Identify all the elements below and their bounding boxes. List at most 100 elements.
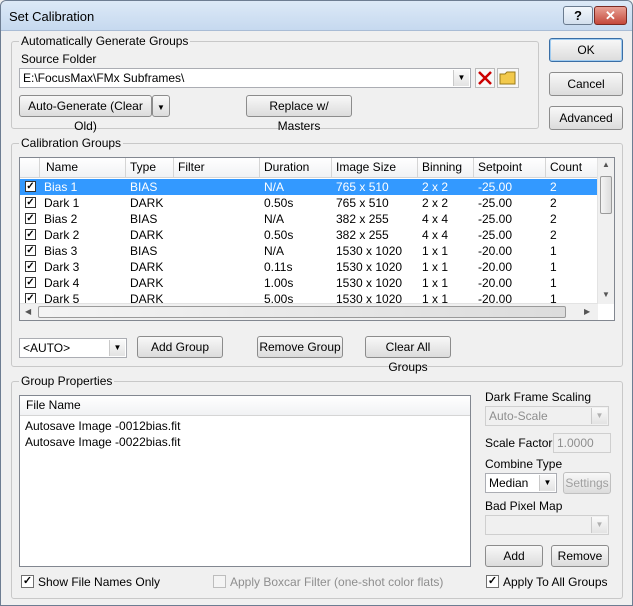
column-header-name[interactable]: Name xyxy=(40,158,126,178)
cell-setpoint: -20.00 xyxy=(478,244,513,258)
chevron-down-icon[interactable]: ▼ xyxy=(109,340,125,356)
delete-folder-button[interactable] xyxy=(475,68,495,88)
cell-name: Dark 3 xyxy=(44,260,80,274)
cell-size: 1530 x 1020 xyxy=(336,244,403,258)
scroll-up-icon[interactable]: ▲ xyxy=(602,160,610,169)
column-header-image-size[interactable]: Image Size xyxy=(332,158,418,178)
cell-duration: N/A xyxy=(264,244,285,258)
table-row[interactable]: ✓ Bias 2 BIAS N/A 382 x 255 4 x 4 -25.00 2 xyxy=(20,211,598,227)
auto-generate-group-title: Automatically Generate Groups xyxy=(19,34,191,48)
browse-folder-button[interactable] xyxy=(497,68,519,88)
column-header-count[interactable]: Count xyxy=(546,158,598,178)
dark-frame-scaling-dropdown[interactable]: Auto-Scale ▼ xyxy=(485,406,609,426)
vertical-scrollbar[interactable]: ▲ ▼ xyxy=(597,158,614,304)
table-row[interactable]: ✓ Bias 3 BIAS N/A 1530 x 1020 1 x 1 -20.00 1 xyxy=(20,243,598,259)
cell-count: 2 xyxy=(550,180,557,194)
set-calibration-dialog: Set Calibration ? ✕ Automatically Genera… xyxy=(0,0,633,606)
row-checkbox[interactable]: ✓ xyxy=(25,197,36,208)
cell-size: 382 x 255 xyxy=(336,228,389,242)
table-row[interactable]: ✓ Dark 2 DARK 0.50s 382 x 255 4 x 4 -25.00 2 xyxy=(20,227,598,243)
table-row[interactable]: ✓ Dark 3 DARK 0.11s 1530 x 1020 1 x 1 -20.00 1 xyxy=(20,259,598,275)
source-folder-input[interactable]: E:\FocusMax\FMx Subframes\ ▼ xyxy=(19,68,471,88)
column-header-setpoint[interactable]: Setpoint xyxy=(474,158,546,178)
scroll-left-icon[interactable]: ◀ xyxy=(25,307,31,316)
table-row[interactable]: ✓ Bias 1 BIAS N/A 765 x 510 2 x 2 -25.00 2 xyxy=(20,179,598,195)
replace-with-masters-button[interactable]: Replace w/ Masters xyxy=(246,95,352,133)
cell-duration: 0.11s xyxy=(264,260,293,274)
row-checkbox[interactable]: ✓ xyxy=(25,277,36,288)
scale-factor-value: 1.0000 xyxy=(557,436,594,450)
row-checkbox[interactable]: ✓ xyxy=(25,229,36,240)
row-checkbox[interactable]: ✓ xyxy=(25,245,36,256)
help-button[interactable]: ? xyxy=(563,6,593,25)
close-button[interactable]: ✕ xyxy=(594,6,627,25)
dark-frame-scaling-label: Dark Frame Scaling xyxy=(485,390,592,404)
window-title: Set Calibration xyxy=(9,9,95,24)
row-checkbox[interactable]: ✓ xyxy=(25,213,36,224)
advanced-button[interactable]: Advanced xyxy=(549,106,623,130)
show-file-names-checkbox[interactable]: ✓ xyxy=(21,575,34,588)
scroll-down-icon[interactable]: ▼ xyxy=(602,290,610,299)
list-item[interactable]: Autosave Image -0022bias.fit xyxy=(25,434,180,450)
cell-name: Dark 2 xyxy=(44,228,80,242)
table-row[interactable]: ✓ Dark 4 DARK 1.00s 1530 x 1020 1 x 1 -20.00 1 xyxy=(20,275,598,291)
column-header-duration[interactable]: Duration xyxy=(260,158,332,178)
cell-duration: N/A xyxy=(264,212,285,226)
cell-binning: 4 x 4 xyxy=(422,228,449,242)
cell-binning: 1 x 1 xyxy=(422,276,449,290)
combine-type-dropdown[interactable]: Median ▼ xyxy=(485,473,557,493)
group-properties-title: Group Properties xyxy=(19,374,115,388)
auto-select-dropdown[interactable]: <AUTO> ▼ xyxy=(19,338,127,358)
cancel-button[interactable]: Cancel xyxy=(549,72,623,96)
auto-generate-menu-button[interactable]: ▼ xyxy=(152,95,170,117)
horizontal-scrollbar[interactable]: ◀ ▶ xyxy=(20,303,598,320)
cell-name: Dark 4 xyxy=(44,276,80,290)
settings-button[interactable]: Settings xyxy=(563,472,611,494)
list-item[interactable]: Autosave Image -0012bias.fit xyxy=(25,418,180,434)
cell-type: BIAS xyxy=(130,180,158,194)
scale-factor-input[interactable]: 1.0000 xyxy=(553,433,611,453)
chevron-down-icon[interactable]: ▼ xyxy=(453,70,469,86)
cell-type: DARK xyxy=(130,228,164,242)
chevron-down-icon[interactable]: ▼ xyxy=(591,517,607,533)
chevron-down-icon[interactable]: ▼ xyxy=(591,408,607,424)
cell-duration: 0.50s xyxy=(264,228,294,242)
cell-count: 2 xyxy=(550,228,557,242)
column-header-type[interactable]: Type xyxy=(126,158,174,178)
clear-all-groups-button[interactable]: Clear All Groups xyxy=(365,336,451,374)
scroll-thumb[interactable] xyxy=(38,306,566,318)
cell-setpoint: -25.00 xyxy=(478,212,513,226)
cell-binning: 2 x 2 xyxy=(422,196,449,210)
apply-to-all-groups-checkbox[interactable]: ✓ xyxy=(486,575,499,588)
bad-pixel-map-dropdown[interactable]: ▼ xyxy=(485,515,609,535)
ok-button[interactable]: OK xyxy=(549,38,623,62)
cell-setpoint: -20.00 xyxy=(478,260,513,274)
add-group-button[interactable]: Add Group xyxy=(137,336,223,358)
cell-setpoint: -20.00 xyxy=(478,276,513,290)
remove-group-button[interactable]: Remove Group xyxy=(257,336,343,358)
add-file-button[interactable]: Add xyxy=(485,545,543,567)
table-row[interactable]: ✓ Dark 1 DARK 0.50s 765 x 510 2 x 2 -25.00 2 xyxy=(20,195,598,211)
source-folder-value: E:\FocusMax\FMx Subframes\ xyxy=(23,71,185,85)
scroll-right-icon[interactable]: ▶ xyxy=(584,307,590,316)
file-list: File Name Autosave Image -0012bias.fit A… xyxy=(19,395,471,567)
row-checkbox[interactable]: ✓ xyxy=(25,261,36,272)
cell-name: Bias 1 xyxy=(44,180,78,194)
column-header-check xyxy=(20,158,40,178)
scroll-thumb[interactable] xyxy=(600,176,612,214)
boxcar-filter-checkbox[interactable] xyxy=(213,575,226,588)
cell-size: 382 x 255 xyxy=(336,212,389,226)
cell-count: 1 xyxy=(550,244,557,258)
remove-file-button[interactable]: Remove xyxy=(551,545,609,567)
cell-type: BIAS xyxy=(130,212,158,226)
cell-type: BIAS xyxy=(130,244,158,258)
column-header-filter[interactable]: Filter xyxy=(174,158,260,178)
auto-generate-button[interactable]: Auto-Generate (Clear Old) xyxy=(19,95,152,133)
row-checkbox[interactable]: ✓ xyxy=(25,181,36,192)
chevron-down-icon[interactable]: ▼ xyxy=(539,475,555,491)
column-header-binning[interactable]: Binning xyxy=(418,158,474,178)
bad-pixel-map-label: Bad Pixel Map xyxy=(485,499,563,513)
cell-binning: 4 x 4 xyxy=(422,212,449,226)
file-name-column-header[interactable]: File Name xyxy=(20,396,470,416)
cell-type: DARK xyxy=(130,260,164,274)
